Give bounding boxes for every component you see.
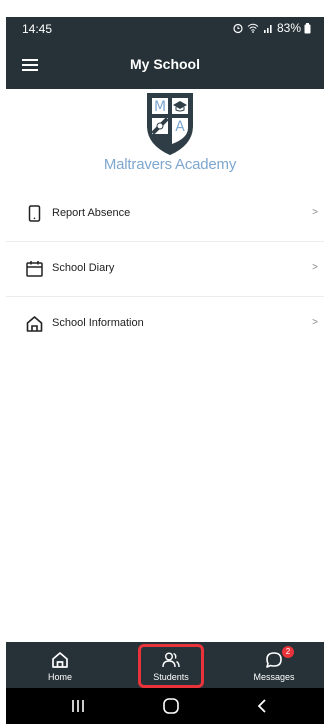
phone-icon [28, 205, 41, 222]
battery-percent: 83% [276, 21, 301, 35]
nav-messages-label: Messages [253, 672, 295, 682]
nav-messages[interactable]: 2 Messages [246, 642, 302, 688]
nav-students[interactable]: Students [138, 644, 204, 688]
menu-item-label: School Information [52, 317, 144, 329]
home-button-icon[interactable] [161, 697, 181, 715]
wifi-icon [247, 23, 259, 33]
nav-home-label: Home [47, 672, 72, 682]
chevron-right-icon: > [312, 262, 318, 273]
chevron-right-icon: > [312, 207, 318, 218]
page-title: My School [129, 56, 200, 72]
app-frame: 14:45 83% My School M A Maltravers Acade… [6, 6, 324, 724]
signal-icon [263, 25, 272, 33]
alarm-icon [233, 23, 243, 34]
status-bar: 14:45 83% [6, 17, 324, 41]
battery-icon [304, 22, 311, 33]
crest-letter-m: M [154, 99, 166, 115]
recent-apps-icon[interactable] [68, 697, 88, 715]
bottom-nav: Home Students 2 Messages [6, 642, 324, 688]
crest-letter-a: A [175, 119, 185, 135]
app-bar: My School [6, 41, 324, 89]
menu-item-school-information[interactable]: School Information > [6, 297, 324, 351]
chevron-right-icon: > [312, 317, 318, 328]
status-time: 14:45 [22, 22, 53, 36]
status-icons: 83% [232, 21, 311, 35]
menu-item-report-absence[interactable]: Report Absence > [6, 187, 324, 242]
home-icon [52, 652, 68, 668]
messages-badge: 2 [282, 646, 294, 658]
school-crest-icon: M A [147, 93, 193, 156]
school-logo: M A Maltravers Academy [100, 90, 240, 178]
nav-home[interactable]: Home [36, 642, 84, 688]
system-nav-bar [6, 688, 324, 724]
message-bubble-icon [266, 652, 282, 668]
menu-item-label: School Diary [52, 262, 115, 274]
nav-students-label: Students [153, 672, 189, 682]
menu-item-school-diary[interactable]: School Diary > [6, 242, 324, 297]
menu-list: Report Absence > School Diary > School I… [6, 187, 324, 351]
home-icon [26, 316, 43, 332]
back-icon[interactable] [252, 697, 272, 715]
calendar-icon [26, 261, 43, 277]
logo-caption: Maltravers Academy [103, 156, 237, 173]
menu-item-label: Report Absence [52, 207, 131, 219]
users-icon [162, 652, 180, 668]
